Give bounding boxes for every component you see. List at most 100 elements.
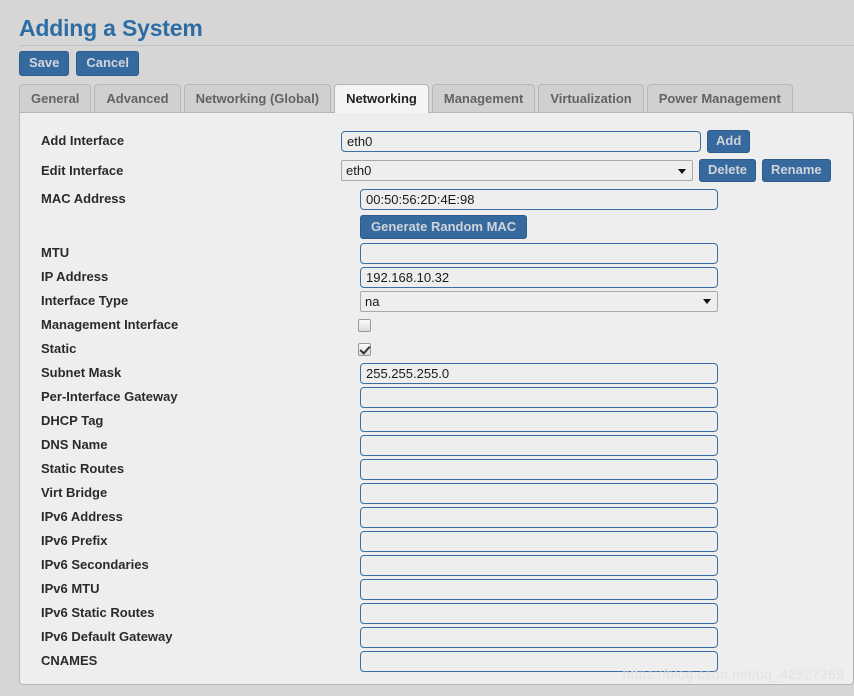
tab-power-management[interactable]: Power Management xyxy=(646,84,793,112)
mtu-input[interactable] xyxy=(360,242,718,264)
tab-management[interactable]: Management xyxy=(431,84,536,112)
ip-address-label: IP Address xyxy=(41,269,109,284)
management-interface-label: Management Interface xyxy=(41,317,179,332)
ipv6-static-routes-input[interactable] xyxy=(360,602,718,624)
cnames-label: CNAMES xyxy=(41,653,98,668)
tab-advanced[interactable]: Advanced xyxy=(94,84,181,112)
dhcp-tag-input[interactable] xyxy=(360,410,718,432)
static-routes-label: Static Routes xyxy=(41,461,125,476)
interface-type-select[interactable]: na xyxy=(360,290,718,312)
row-interface-type: Interface Type na xyxy=(20,289,853,313)
ipv6-mtu-label: IPv6 MTU xyxy=(41,581,100,596)
interface-type-control: na xyxy=(360,289,718,313)
row-ipv6-prefix: IPv6 Prefix xyxy=(20,529,853,553)
ipv6-prefix-input[interactable] xyxy=(360,530,718,552)
tab-networking-global[interactable]: Networking (Global) xyxy=(183,84,332,112)
dns-name-label: DNS Name xyxy=(41,437,108,452)
static-label: Static xyxy=(41,341,77,356)
mac-address-control xyxy=(360,186,718,212)
add-interface-input[interactable] xyxy=(341,130,701,152)
tab-general[interactable]: General xyxy=(19,84,92,112)
dhcp-tag-label: DHCP Tag xyxy=(41,413,104,428)
ip-address-input[interactable] xyxy=(360,266,718,288)
ipv6-address-control xyxy=(360,505,718,529)
tab-bar: General Advanced Networking (Global) Net… xyxy=(19,84,793,113)
row-static: Static xyxy=(20,337,853,361)
per-interface-gateway-control xyxy=(360,385,718,409)
per-interface-gateway-input[interactable] xyxy=(360,386,718,408)
cancel-button[interactable]: Cancel xyxy=(76,51,140,76)
ipv6-default-gateway-label: IPv6 Default Gateway xyxy=(41,629,173,644)
title-divider xyxy=(19,45,854,46)
row-ipv6-address: IPv6 Address xyxy=(20,505,853,529)
dhcp-tag-control xyxy=(360,409,718,433)
save-button[interactable]: Save xyxy=(19,51,70,76)
tab-virtualization[interactable]: Virtualization xyxy=(538,84,644,112)
networking-panel: Add Interface Add Edit Interface eth0 De… xyxy=(19,112,854,685)
row-mtu: MTU xyxy=(20,241,853,265)
row-subnet-mask: Subnet Mask xyxy=(20,361,853,385)
row-management-interface: Management Interface xyxy=(20,313,853,337)
mtu-control xyxy=(360,241,718,265)
row-ipv6-secondaries: IPv6 Secondaries xyxy=(20,553,853,577)
row-edit-interface: Edit Interface eth0 Delete Rename xyxy=(20,155,853,186)
interface-type-label: Interface Type xyxy=(41,293,129,308)
row-per-interface-gateway: Per-Interface Gateway xyxy=(20,385,853,409)
add-interface-button[interactable]: Add xyxy=(707,129,751,153)
networking-form: Add Interface Add Edit Interface eth0 De… xyxy=(20,113,853,673)
toolbar: Save Cancel xyxy=(19,51,140,76)
per-interface-gateway-label: Per-Interface Gateway xyxy=(41,389,178,404)
row-mac-address: MAC Address xyxy=(20,186,853,212)
ipv6-address-input[interactable] xyxy=(360,506,718,528)
ipv6-secondaries-input[interactable] xyxy=(360,554,718,576)
generate-random-mac-button[interactable]: Generate Random MAC xyxy=(360,214,528,239)
row-ipv6-mtu: IPv6 MTU xyxy=(20,577,853,601)
ipv6-default-gateway-input[interactable] xyxy=(360,626,718,648)
virt-bridge-control xyxy=(360,481,718,505)
virt-bridge-input[interactable] xyxy=(360,482,718,504)
generate-mac-control: Generate Random MAC xyxy=(360,212,528,241)
cnames-control xyxy=(360,649,718,673)
management-interface-checkbox[interactable] xyxy=(358,318,371,332)
rename-interface-button[interactable]: Rename xyxy=(762,159,831,182)
row-static-routes: Static Routes xyxy=(20,457,853,481)
ipv6-static-routes-label: IPv6 Static Routes xyxy=(41,605,155,620)
cnames-input[interactable] xyxy=(360,650,718,672)
mac-address-input[interactable] xyxy=(360,188,718,210)
add-interface-control: Add xyxy=(341,127,751,155)
add-interface-label: Add Interface xyxy=(41,133,125,148)
static-routes-input[interactable] xyxy=(360,458,718,480)
row-dhcp-tag: DHCP Tag xyxy=(20,409,853,433)
ipv6-mtu-input[interactable] xyxy=(360,578,718,600)
dns-name-input[interactable] xyxy=(360,434,718,456)
management-interface-control xyxy=(358,313,371,337)
interface-type-select-wrap: na xyxy=(360,290,718,312)
edit-interface-control: eth0 Delete Rename xyxy=(341,155,831,186)
delete-interface-button[interactable]: Delete xyxy=(699,159,757,182)
mac-address-label: MAC Address xyxy=(41,191,126,206)
ipv6-mtu-control xyxy=(360,577,718,601)
edit-interface-select-wrap: eth0 xyxy=(341,160,693,181)
ipv6-secondaries-control xyxy=(360,553,718,577)
static-control xyxy=(358,337,371,361)
row-cnames: CNAMES xyxy=(20,649,853,673)
ipv6-default-gateway-control xyxy=(360,625,718,649)
subnet-mask-input[interactable] xyxy=(360,362,718,384)
row-add-interface: Add Interface Add xyxy=(20,127,853,155)
static-routes-control xyxy=(360,457,718,481)
row-generate-mac: Generate Random MAC xyxy=(20,212,853,241)
ipv6-static-routes-control xyxy=(360,601,718,625)
row-ipv6-static-routes: IPv6 Static Routes xyxy=(20,601,853,625)
ipv6-address-label: IPv6 Address xyxy=(41,509,123,524)
subnet-mask-control xyxy=(360,361,718,385)
edit-interface-select[interactable]: eth0 xyxy=(341,160,693,181)
row-ipv6-default-gateway: IPv6 Default Gateway xyxy=(20,625,853,649)
ipv6-prefix-control xyxy=(360,529,718,553)
static-checkbox[interactable] xyxy=(358,342,371,356)
row-ip-address: IP Address xyxy=(20,265,853,289)
tab-networking[interactable]: Networking xyxy=(334,84,429,113)
dns-name-control xyxy=(360,433,718,457)
page-title: Adding a System xyxy=(19,15,203,41)
virt-bridge-label: Virt Bridge xyxy=(41,485,108,500)
row-dns-name: DNS Name xyxy=(20,433,853,457)
